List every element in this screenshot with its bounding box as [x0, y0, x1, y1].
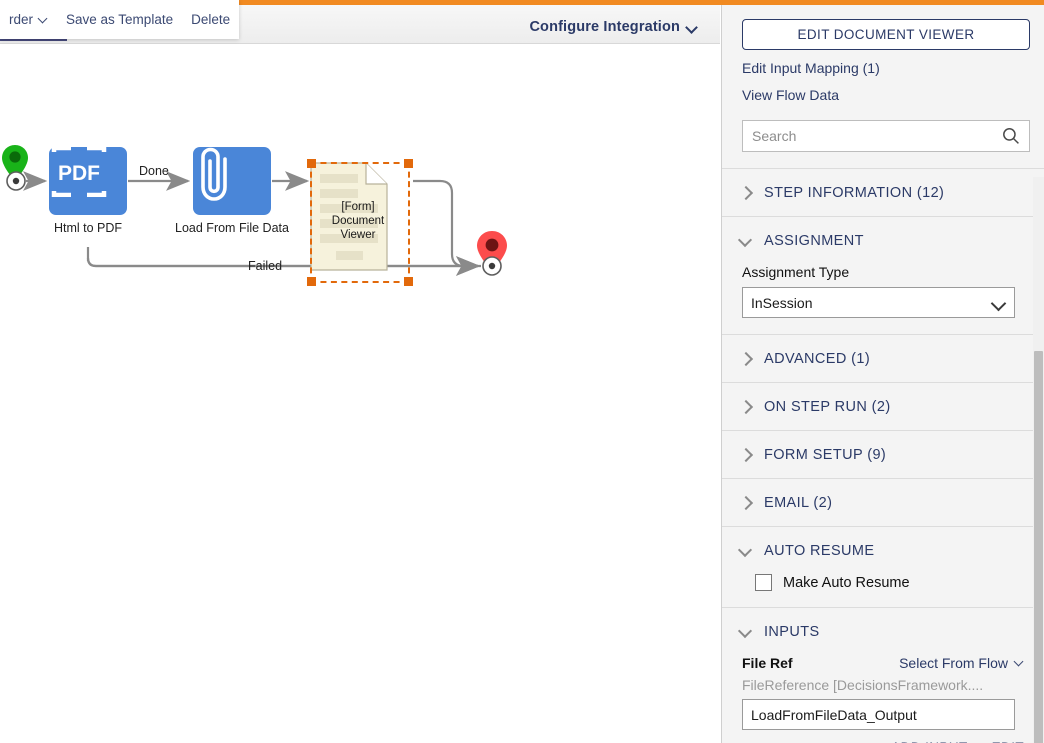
properties-accordion: STEP INFORMATION (12) ASSIGNMENT Assignm… [722, 168, 1044, 743]
section-header-step-information[interactable]: STEP INFORMATION (12) [722, 169, 1044, 216]
assignment-type-value: InSession [751, 294, 813, 311]
chevron-down-icon [992, 297, 1005, 310]
assignment-type-label: Assignment Type [742, 264, 850, 280]
section-body-assignment: Assignment Type InSession [722, 264, 1044, 334]
configure-integration-button[interactable]: Configure Integration [529, 19, 698, 35]
section-header-auto-resume[interactable]: AUTO RESUME [722, 527, 1044, 574]
flow-canvas[interactable]: PDF Html to PDF Load From File Data [For… [0, 45, 720, 743]
app-root: Configure Integration rder Save as Templ… [0, 0, 1044, 743]
chevron-down-icon [1014, 658, 1024, 668]
menu-item-delete-label: Delete [191, 12, 231, 27]
input-file-ref-name: File Ref [742, 655, 793, 671]
menu-item-order-label: rder [9, 12, 34, 27]
section-step-information: STEP INFORMATION (12) [722, 168, 1044, 216]
section-title-on-step-run: ON STEP RUN (2) [764, 398, 891, 415]
chevron-right-icon [739, 448, 753, 462]
menu-item-delete[interactable]: Delete [182, 8, 239, 32]
make-auto-resume-label: Make Auto Resume [783, 574, 910, 591]
chevron-down-icon [739, 234, 753, 248]
flow-node-load-from-file-data[interactable] [193, 147, 271, 215]
search-field[interactable] [742, 120, 1030, 152]
chevron-down-icon [687, 22, 698, 33]
menu-item-save-as-template-label: Save as Template [66, 12, 174, 27]
context-menu-overlay: rder Save as Template Delete [0, 0, 239, 39]
edge-label-done: Done [139, 164, 169, 178]
chevron-down-icon [739, 625, 753, 639]
resize-handle-top-right[interactable] [404, 159, 413, 168]
edit-input-mapping-link[interactable]: Edit Input Mapping (1) [742, 59, 1024, 77]
section-title-inputs: INPUTS [764, 623, 820, 640]
section-header-email[interactable]: EMAIL (2) [722, 479, 1044, 526]
section-advanced: ADVANCED (1) [722, 334, 1044, 382]
flow-node-html-to-pdf[interactable]: PDF [49, 147, 127, 215]
input-file-ref-row: File Ref Select From Flow [742, 655, 1024, 671]
section-title-assignment: ASSIGNMENT [764, 232, 864, 249]
panel-header: EDIT DOCUMENT VIEWER Edit Input Mapping … [722, 5, 1044, 152]
section-header-on-step-run[interactable]: ON STEP RUN (2) [722, 383, 1044, 430]
section-body-inputs: File Ref Select From Flow FileReference … [722, 655, 1044, 743]
section-title-advanced: ADVANCED (1) [764, 350, 871, 367]
panel-scrollbar-thumb[interactable] [1034, 351, 1043, 743]
section-body-auto-resume: Make Auto Resume [722, 574, 1044, 607]
resize-handle-bottom-left[interactable] [307, 277, 316, 286]
input-file-ref-source-dropdown[interactable]: Select From Flow [899, 655, 1024, 671]
edge-label-failed: Failed [248, 259, 283, 273]
section-form-setup: FORM SETUP (9) [722, 430, 1044, 478]
section-header-advanced[interactable]: ADVANCED (1) [722, 335, 1044, 382]
section-header-inputs[interactable]: INPUTS [722, 608, 1044, 655]
input-file-ref-value[interactable]: LoadFromFileData_Output [742, 699, 1015, 730]
search-icon[interactable] [1002, 127, 1020, 145]
section-title-step-information: STEP INFORMATION (12) [764, 184, 945, 201]
input-file-ref-source-label: Select From Flow [899, 655, 1008, 671]
configure-integration-label: Configure Integration [529, 19, 680, 35]
chevron-down-icon [38, 15, 48, 25]
section-assignment: ASSIGNMENT Assignment Type InSession [722, 216, 1044, 334]
selection-outline [307, 159, 413, 286]
svg-text:PDF: PDF [58, 162, 100, 185]
make-auto-resume-row[interactable]: Make Auto Resume [742, 574, 1024, 591]
chevron-down-icon [739, 544, 753, 558]
chevron-right-icon [739, 352, 753, 366]
chevron-right-icon [739, 186, 753, 200]
section-header-form-setup[interactable]: FORM SETUP (9) [722, 431, 1044, 478]
section-email: EMAIL (2) [722, 478, 1044, 526]
pdf-icon: PDF [51, 147, 107, 197]
section-title-email: EMAIL (2) [764, 494, 833, 511]
edit-document-viewer-button[interactable]: EDIT DOCUMENT VIEWER [742, 19, 1030, 50]
panel-scrollbar-track[interactable] [1033, 177, 1044, 743]
flow-node-label-load-from-file-data: Load From File Data [175, 221, 289, 235]
section-header-assignment[interactable]: ASSIGNMENT [722, 217, 1044, 264]
resize-handle-top-left[interactable] [307, 159, 316, 168]
properties-panel: EDIT DOCUMENT VIEWER Edit Input Mapping … [721, 5, 1044, 743]
menu-item-order[interactable]: rder [0, 8, 57, 32]
resize-handle-bottom-right[interactable] [404, 277, 413, 286]
chevron-right-icon [739, 496, 753, 510]
assignment-type-select[interactable]: InSession [742, 287, 1015, 318]
flow-node-label-html-to-pdf: Html to PDF [53, 221, 123, 235]
section-title-form-setup: FORM SETUP (9) [764, 446, 887, 463]
section-on-step-run: ON STEP RUN (2) [722, 382, 1044, 430]
menu-item-save-as-template[interactable]: Save as Template [57, 8, 182, 32]
search-input[interactable] [743, 128, 993, 144]
input-file-ref-type: FileReference [DecisionsFramework.... [742, 677, 984, 693]
section-inputs: INPUTS File Ref Select From Flow FileRef… [722, 607, 1044, 743]
view-flow-data-link[interactable]: View Flow Data [742, 86, 1024, 104]
flow-node-document-viewer[interactable]: [Form] Document Viewer [307, 159, 413, 286]
paperclip-icon [201, 147, 227, 201]
chevron-right-icon [739, 400, 753, 414]
make-auto-resume-checkbox[interactable] [755, 574, 772, 591]
section-title-auto-resume: AUTO RESUME [764, 542, 875, 559]
section-auto-resume: AUTO RESUME Make Auto Resume [722, 526, 1044, 607]
